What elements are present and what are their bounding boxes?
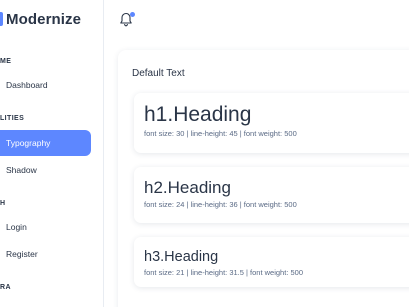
sidebar-item-typography[interactable]: Typography xyxy=(0,130,91,156)
heading-meta: font size: 24 | line-height: 36 | font w… xyxy=(144,200,297,209)
topbar xyxy=(104,0,409,44)
logo-mark-icon xyxy=(0,12,3,26)
heading-meta: font size: 21 | line-height: 31.5 | font… xyxy=(144,268,303,277)
heading-meta: font size: 30 | line-height: 45 | font w… xyxy=(144,129,297,138)
heading-sample-h2: h2.Heading font size: 24 | line-height: … xyxy=(134,167,409,223)
heading-text: h2.Heading xyxy=(144,178,231,197)
sidebar-section-extra: RA xyxy=(0,284,11,291)
sidebar-item-label: Shadow xyxy=(6,165,37,175)
sidebar-section-utilities: LITIES xyxy=(0,115,25,122)
brand-logo[interactable]: Modernize xyxy=(0,10,81,28)
sidebar-item-label: Register xyxy=(6,249,38,259)
sidebar-section-auth: H xyxy=(0,200,6,207)
sidebar-item-label: Login xyxy=(6,222,27,232)
card-title: Default Text xyxy=(132,68,185,79)
sidebar: Modernize ME Dashboard LITIES Typography… xyxy=(0,0,104,307)
heading-sample-h1: h1.Heading font size: 30 | line-height: … xyxy=(134,93,409,153)
heading-text: h3.Heading xyxy=(144,249,219,265)
sidebar-item-label: Dashboard xyxy=(6,80,48,90)
brand-name: Modernize xyxy=(6,10,82,28)
heading-sample-h3: h3.Heading font size: 21 | line-height: … xyxy=(134,237,409,287)
sidebar-section-home: ME xyxy=(0,58,12,65)
sidebar-item-label: Typography xyxy=(6,138,51,148)
sidebar-item-shadow[interactable]: Shadow xyxy=(0,157,91,183)
sidebar-item-dashboard[interactable]: Dashboard xyxy=(0,72,91,98)
heading-text: h1.Heading xyxy=(144,103,252,126)
sidebar-item-register[interactable]: Register xyxy=(0,241,91,267)
sidebar-item-login[interactable]: Login xyxy=(0,214,91,240)
notification-dot xyxy=(130,12,135,17)
